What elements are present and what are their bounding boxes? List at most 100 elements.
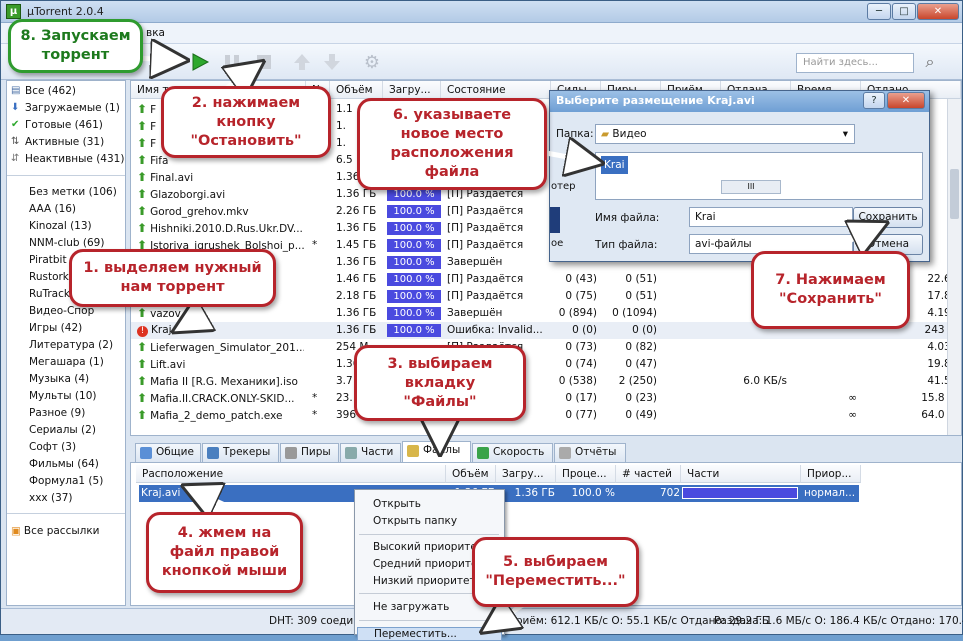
settings-icon[interactable]: ⚙ xyxy=(361,51,383,73)
sidebar-item-label: Готовые (461) xyxy=(25,119,103,131)
files-column-header[interactable]: Части xyxy=(681,465,801,483)
torrent-name: Mafia_2_demo_patch.exe xyxy=(150,410,283,422)
cell-size: 1.36 ГБ xyxy=(336,256,377,268)
files-column-header[interactable]: Приор... xyxy=(801,465,861,483)
horizontal-scrollbar[interactable]: III xyxy=(721,180,781,194)
files-column-header[interactable]: Расположение xyxy=(136,465,446,483)
callout-1: 1. выделяем нужный нам торрент xyxy=(69,249,276,307)
torrent-name: Hishniki.2010.D.Rus.Ukr.DV... xyxy=(150,223,303,235)
column-header[interactable]: Объём xyxy=(330,81,383,99)
sidebar-status-item[interactable]: ▤ Все (462) xyxy=(11,83,76,99)
file-browser[interactable]: Krai III xyxy=(595,152,923,200)
pause-icon[interactable] xyxy=(221,51,243,73)
sidebar-item-label: Активные (31) xyxy=(25,136,105,148)
scrollbar-thumb[interactable] xyxy=(950,169,959,219)
file-cell-percent: 100.0 % xyxy=(571,487,615,499)
column-header[interactable]: Загру... xyxy=(383,81,441,99)
menu-item-help[interactable]: вка xyxy=(146,27,165,39)
context-menu-item[interactable]: Открыть папку xyxy=(373,515,457,527)
cell-down xyxy=(667,305,717,322)
tab-1[interactable]: Трекеры xyxy=(202,443,279,462)
file-cell-priority: нормал... xyxy=(804,487,856,499)
sidebar-label-item[interactable]: Софт (3) xyxy=(29,439,76,455)
dialog-help-button[interactable]: ? xyxy=(863,92,885,109)
start-icon[interactable] xyxy=(189,51,211,73)
sidebar-status-item[interactable]: ⇅ Активные (31) xyxy=(11,134,104,150)
files-column-header[interactable]: Объём xyxy=(446,465,496,483)
up-icon[interactable] xyxy=(291,51,313,73)
tab-3[interactable]: Части xyxy=(340,443,401,462)
sidebar-label-item[interactable]: AAA (16) xyxy=(29,201,76,217)
tab-6[interactable]: Отчёты xyxy=(554,443,626,462)
cell-status: [П] Раздаётся xyxy=(447,273,524,285)
column-header[interactable]: Состояние xyxy=(441,81,551,99)
search-input[interactable]: Найти здесь... xyxy=(796,53,914,73)
selected-file[interactable]: Krai xyxy=(601,156,628,174)
tab-0[interactable]: Общие xyxy=(135,443,201,462)
sidebar-label-item[interactable]: xxx (37) xyxy=(29,490,73,506)
torrent-row[interactable]: ⬆ Mafia II [R.G. Механики].iso 3.7 0 (538) 2… xyxy=(131,373,961,390)
save-button[interactable]: Сохранить xyxy=(853,207,923,228)
cell-size: 1.36 ГБ xyxy=(336,307,377,319)
cell-num xyxy=(312,356,328,373)
progress-bar: 100.0 % xyxy=(387,307,441,320)
sidebar-label-item[interactable]: Игры (42) xyxy=(29,320,82,336)
close-button[interactable]: ✕ xyxy=(917,3,959,20)
tab-2[interactable]: Пиры xyxy=(280,443,339,462)
sidebar-label-item[interactable]: Литература (2) xyxy=(29,337,113,353)
stop-icon[interactable] xyxy=(253,51,275,73)
sidebar-status-item[interactable]: ⇵ Неактивные (431) xyxy=(11,151,124,167)
context-menu-item[interactable]: Не загружать xyxy=(373,601,449,613)
sidebar-label-item[interactable]: Музыка (4) xyxy=(29,371,89,387)
cell-num xyxy=(312,186,328,203)
sidebar-label-item[interactable]: Без метки (106) xyxy=(29,184,117,200)
progress-bar: 100.0 % xyxy=(387,256,441,269)
sidebar-status-item[interactable]: ✔ Готовые (461) xyxy=(11,117,103,133)
sidebar-status-item[interactable]: ⬇ Загружаемые (1) xyxy=(11,100,120,116)
sidebar-label-item[interactable]: Разное (9) xyxy=(29,405,85,421)
maximize-button[interactable]: □ xyxy=(892,3,916,20)
rss-icon: ▣ xyxy=(11,525,21,537)
filename-field[interactable]: Krai xyxy=(689,207,853,227)
torrent-row[interactable]: ⬆ Mafia.II.CRACK.ONLY-SKID... * 23. 0 (17) 0 … xyxy=(131,390,961,407)
sidebar-label-item[interactable]: Формула1 (5) xyxy=(29,473,103,489)
torrent-name: Final.avi xyxy=(150,172,194,184)
sidebar-label-item[interactable]: Сериалы (2) xyxy=(29,422,96,438)
files-column-header[interactable]: Загру... xyxy=(496,465,556,483)
context-menu-item[interactable]: Переместить... xyxy=(357,627,502,641)
down-icon[interactable] xyxy=(321,51,343,73)
context-menu-item[interactable]: Открыть xyxy=(373,498,421,510)
sidebar-label-item[interactable]: Мегашара (1) xyxy=(29,354,104,370)
torrent-row[interactable]: ⬆Lieferwagen_Simulator_201...254 M[П] Ра… xyxy=(131,339,961,356)
minimize-button[interactable]: ─ xyxy=(867,3,891,20)
window-title: µTorrent 2.0.4 xyxy=(27,5,104,18)
files-column-header[interactable]: Проце... xyxy=(556,465,616,483)
dialog-close-button[interactable]: ✕ xyxy=(887,92,925,109)
remove-icon[interactable]: ✕ xyxy=(151,51,173,73)
context-menu-item[interactable]: Высокий приоритет xyxy=(373,541,483,553)
sidebar-label-item[interactable]: Фильмы (64) xyxy=(29,456,99,472)
cell-size: 2.18 ГБ xyxy=(336,290,377,302)
cell-seeds: 0 (43) xyxy=(565,273,597,285)
tab-4[interactable]: Файлы xyxy=(402,441,471,463)
sidebar-rss-item[interactable]: ▣ Все рассылки xyxy=(11,523,100,539)
sidebar-label-item[interactable]: Мульты (10) xyxy=(29,388,96,404)
vertical-scrollbar[interactable] xyxy=(947,99,961,435)
progress-bar: 100.0 % xyxy=(387,222,441,235)
cell-num: * xyxy=(312,392,318,404)
sidebar-label-item[interactable]: Kinozal (13) xyxy=(29,218,92,234)
save-location-dialog: Выберите размещение Kraj.avi ? ✕ Папка: … xyxy=(549,90,930,262)
folder-select[interactable]: ▰ Видео ▾ xyxy=(595,124,855,144)
cell-status: [П] Раздаётся xyxy=(447,239,524,251)
files-column-header[interactable]: # частей xyxy=(616,465,681,483)
torrent-row[interactable]: ⬆ Mafia_2_demo_patch.exe * 396 0 (77) 0 (49) ∞… xyxy=(131,407,961,424)
context-menu-item[interactable]: Средний приоритет xyxy=(373,558,484,570)
tab-5[interactable]: Скорость xyxy=(472,443,553,462)
cell-peers: 0 (49) xyxy=(625,409,657,421)
torrent-row[interactable]: ⬆ Lift.avi 1.36 0 (74) 0 (47) 19.8 l xyxy=(131,356,961,373)
sidebar-divider xyxy=(7,513,125,514)
context-menu-item[interactable]: Низкий приоритет xyxy=(373,575,476,587)
search-icon[interactable]: ⌕ xyxy=(919,51,941,73)
sidebar-divider xyxy=(7,175,125,176)
toolbar: ✕ ⚙ Найти здесь... ⌕ xyxy=(1,44,962,80)
